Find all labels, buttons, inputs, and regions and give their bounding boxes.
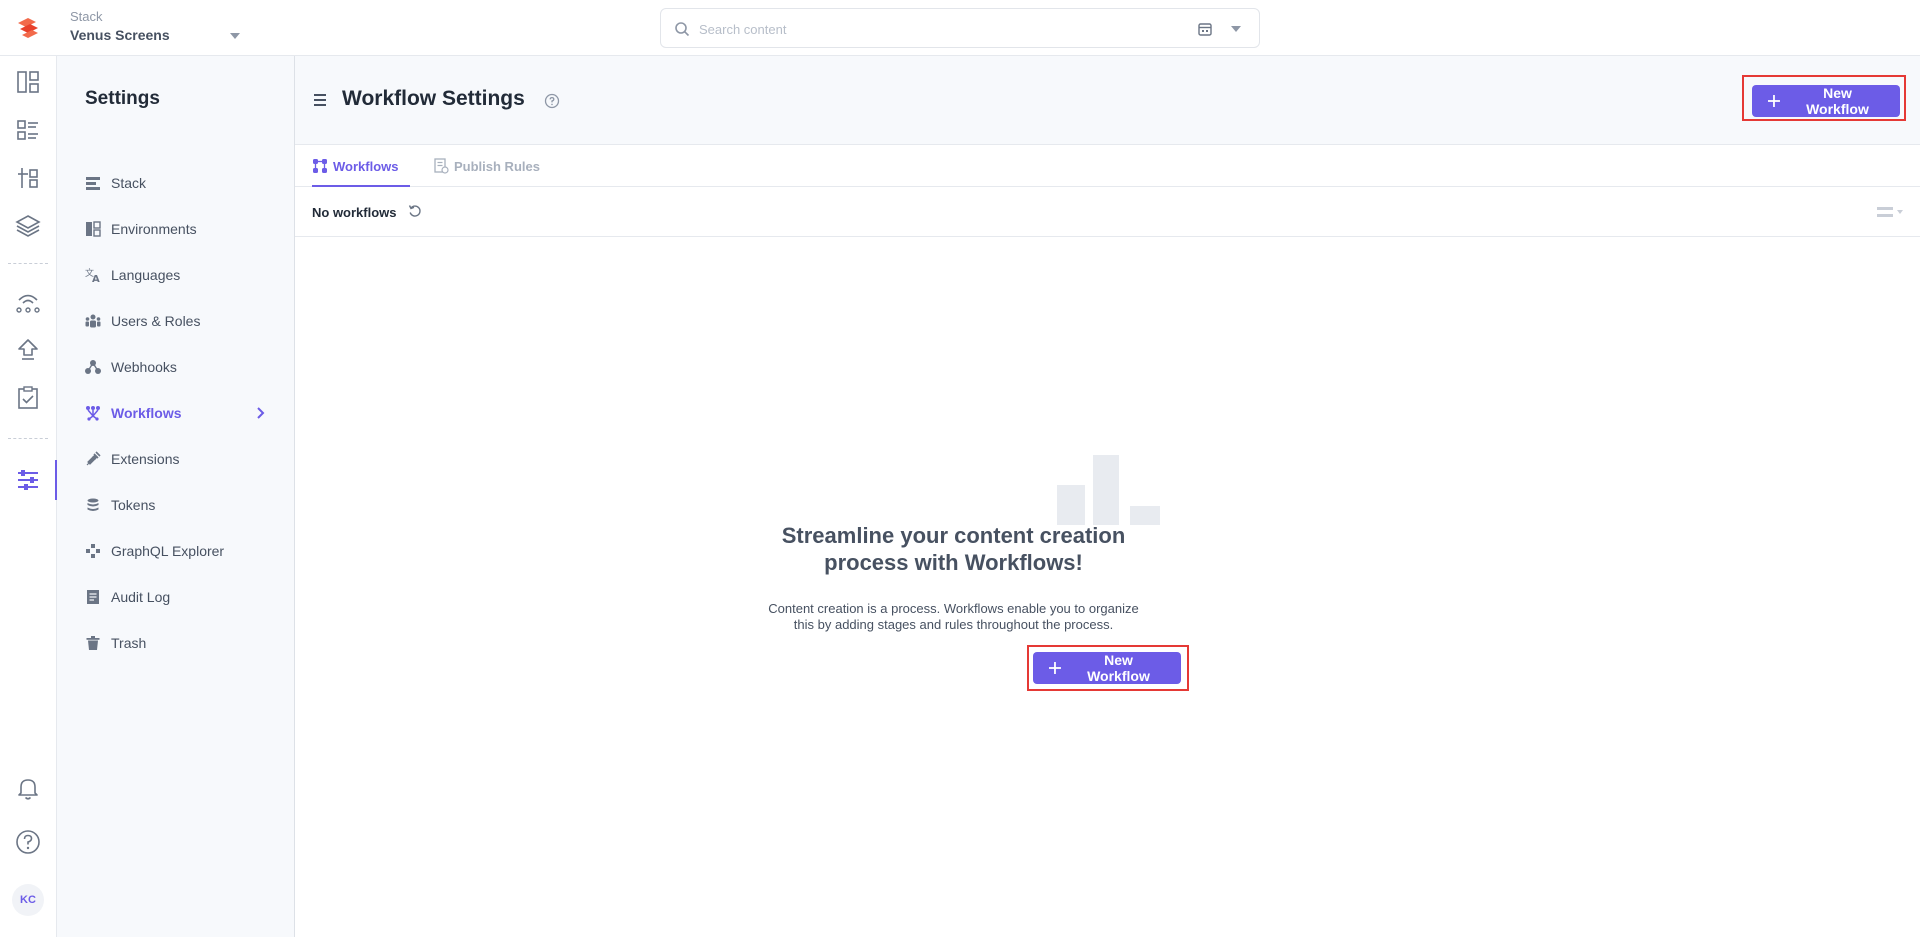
sidebar-item-audit-log[interactable]: Audit Log [57,577,295,617]
chevron-down-icon [230,33,240,39]
webhooks-icon [85,360,101,374]
tab-label: Publish Rules [454,159,540,174]
search-input[interactable] [699,19,1169,39]
publish-rules-icon [434,158,449,174]
extensions-icon [86,451,101,466]
avatar[interactable]: KC [12,884,44,916]
audit-log-icon [87,590,99,604]
releases-icon[interactable] [14,288,42,316]
svg-text:A: A [92,274,100,283]
menu-icon[interactable] [312,92,328,108]
stack-label: Stack [70,9,103,24]
help-circle-icon[interactable] [544,93,560,109]
sidebar-item-stack[interactable]: Stack [57,163,295,203]
sidebar-item-trash[interactable]: Trash [57,623,295,663]
stack-selector[interactable]: Stack Venus Screens [70,9,240,49]
view-options-icon[interactable] [1875,203,1907,221]
bar-chart-icon [1057,455,1119,525]
sidebar-item-label: Tokens [111,497,156,513]
top-bar: Stack Venus Screens [0,0,1920,56]
sidebar-item-label: Users & Roles [111,313,201,329]
empty-state: Streamline your content creation process… [295,237,1920,937]
sidebar-item-label: Languages [111,267,181,283]
sidebar-item-label: GraphQL Explorer [111,543,225,559]
sidebar-item-extensions[interactable]: Extensions [57,439,295,479]
sidebar-item-webhooks[interactable]: Webhooks [57,347,295,387]
settings-sidebar: Settings Stack Environments 文 A Language… [57,56,295,937]
dashboard-icon[interactable] [14,68,42,96]
page-header: Workflow Settings New Workflow [295,56,1920,145]
sidebar-item-users[interactable]: Users & Roles [57,301,295,341]
sidebar-item-tokens[interactable]: Tokens [57,485,295,525]
main-content: Workflow Settings New Workflow Workflows… [295,56,1920,937]
contentstack-logo-icon[interactable] [14,14,42,42]
empty-state-heading: Streamline your content creation process… [295,522,1612,576]
tasks-icon[interactable] [14,384,42,412]
search-icon [675,22,690,37]
empty-state-description: Content creation is a process. Workflows… [295,601,1612,633]
workflows-icon [313,159,327,173]
content-models-icon[interactable] [14,164,42,192]
workflow-count: No workflows [312,205,397,220]
tab-publish-rules[interactable]: Publish Rules [433,145,543,187]
page-title: Workflow Settings [342,87,525,110]
tokens-icon [87,498,99,511]
refresh-icon[interactable] [408,204,422,218]
environments-icon [86,221,101,237]
trash-icon [86,636,100,650]
publish-queue-icon[interactable] [14,336,42,364]
highlight-box [1742,75,1906,121]
stack-name: Venus Screens [70,27,170,43]
sidebar-item-label: Audit Log [111,589,171,605]
heading-line: Streamline your content creation [781,523,1126,548]
sidebar-item-label: Environments [111,221,197,237]
sidebar-item-label: Trash [111,635,147,651]
notifications-icon[interactable] [14,774,42,802]
search-filter-dropdown[interactable] [1231,26,1241,32]
tab-workflows[interactable]: Workflows [312,145,410,187]
list-toolbar: No workflows [295,187,1920,237]
chevron-right-icon [257,407,265,419]
settings-title: Settings [85,88,160,109]
sidebar-item-languages[interactable]: 文 A Languages [57,255,295,295]
rail-divider [8,438,48,439]
description-line: this by adding stages and rules througho… [793,617,1114,632]
workflows-icon [86,406,100,421]
icon-rail: KC [0,56,57,937]
entries-icon[interactable] [14,116,42,144]
help-icon[interactable] [14,828,42,856]
languages-icon: 文 A [85,267,100,283]
rail-divider [8,263,48,264]
tab-bar: Workflows Publish Rules [295,145,1920,187]
sidebar-item-label: Webhooks [111,359,177,375]
calendar-icon[interactable] [1197,21,1213,37]
graphql-icon [86,544,100,558]
users-icon [85,314,101,328]
sidebar-item-workflows[interactable]: Workflows [57,393,295,433]
description-line: Content creation is a process. Workflows… [768,601,1139,616]
sidebar-item-label: Stack [111,175,147,191]
search-box [660,8,1260,48]
assets-icon[interactable] [14,212,42,240]
sidebar-item-label: Workflows [111,405,182,421]
sidebar-item-environments[interactable]: Environments [57,209,295,249]
sidebar-item-label: Extensions [111,451,180,467]
heading-line: process with Workflows! [824,550,1083,575]
settings-icon[interactable] [14,466,42,494]
sidebar-item-graphql-explorer[interactable]: GraphQL Explorer [57,531,295,571]
highlight-box [1027,645,1189,691]
stack-icon [86,177,100,190]
tab-label: Workflows [333,159,399,174]
